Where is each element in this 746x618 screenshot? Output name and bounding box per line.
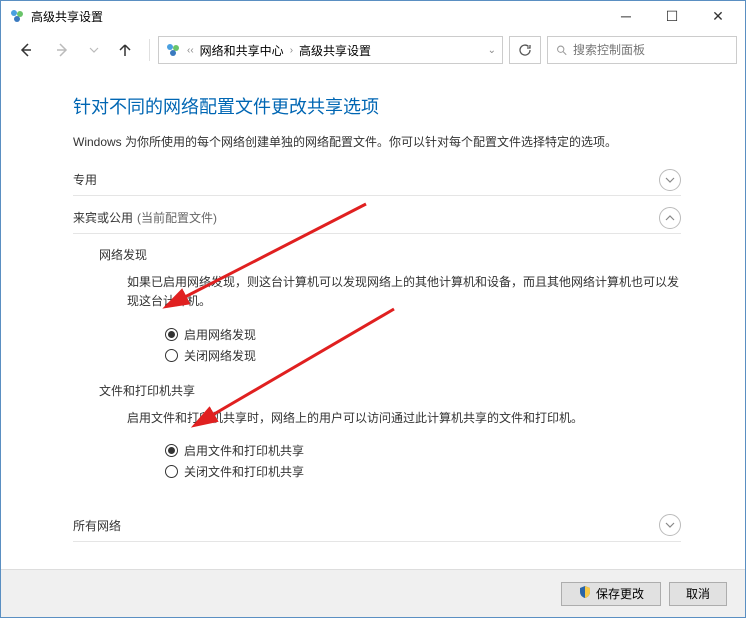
network-icon [165, 42, 181, 58]
section-guest: 来宾或公用 (当前配置文件) 网络发现 如果已启用网络发现，则这台计算机可以发现… [73, 206, 681, 504]
chevron-down-icon[interactable] [659, 169, 681, 191]
save-label: 保存更改 [596, 585, 644, 602]
section-header-private[interactable]: 专用 [73, 168, 681, 196]
subsection-file-share: 文件和打印机共享 启用文件和打印机共享时，网络上的用户可以访问通过此计算机共享的… [99, 382, 681, 482]
cancel-button[interactable]: 取消 [669, 582, 727, 606]
subsection-desc: 如果已启用网络发现，则这台计算机可以发现网络上的其他计算机和设备，而且其他网络计… [99, 273, 681, 311]
subsection-desc: 启用文件和打印机共享时，网络上的用户可以访问通过此计算机共享的文件和打印机。 [99, 409, 681, 428]
section-label: 来宾或公用 [73, 209, 133, 226]
chevron-up-icon[interactable] [659, 207, 681, 229]
radio-netdisc-off[interactable]: 关闭网络发现 [165, 345, 681, 366]
page-subtitle: Windows 为你所使用的每个网络创建单独的网络配置文件。你可以针对每个配置文… [73, 133, 681, 152]
search-input[interactable] [573, 43, 728, 57]
radio-button-icon [165, 465, 178, 478]
radio-button-icon [165, 328, 178, 341]
page-title: 针对不同的网络配置文件更改共享选项 [73, 93, 681, 119]
search-icon [556, 43, 567, 57]
separator [149, 39, 150, 61]
breadcrumb-item[interactable]: 网络和共享中心 [200, 42, 284, 59]
search-box[interactable] [547, 36, 737, 64]
up-button[interactable] [109, 36, 141, 64]
radio-label: 关闭网络发现 [184, 347, 256, 364]
app-icon [9, 8, 25, 24]
radio-button-icon [165, 349, 178, 362]
section-private: 专用 [73, 168, 681, 196]
recent-dropdown[interactable] [85, 36, 103, 64]
radio-label: 关闭文件和打印机共享 [184, 463, 304, 480]
radio-netdisc-on[interactable]: 启用网络发现 [165, 324, 681, 345]
chevron-down-icon[interactable] [659, 514, 681, 536]
minimize-button[interactable]: ─ [603, 1, 649, 31]
shield-icon [578, 585, 592, 602]
subsection-network-discovery: 网络发现 如果已启用网络发现，则这台计算机可以发现网络上的其他计算机和设备，而且… [99, 246, 681, 365]
radio-label: 启用文件和打印机共享 [184, 442, 304, 459]
breadcrumb-item[interactable]: 高级共享设置 [299, 42, 371, 59]
radio-fileshare-off[interactable]: 关闭文件和打印机共享 [165, 461, 681, 482]
section-allnet: 所有网络 [73, 514, 681, 542]
chevron-left-icon: ‹‹ [187, 45, 194, 56]
save-button[interactable]: 保存更改 [561, 582, 661, 606]
section-label: 专用 [73, 171, 97, 188]
section-hint: (当前配置文件) [137, 209, 217, 226]
section-header-allnet[interactable]: 所有网络 [73, 514, 681, 542]
section-header-guest[interactable]: 来宾或公用 (当前配置文件) [73, 206, 681, 234]
titlebar: 高级共享设置 ─ ☐ ✕ [1, 1, 745, 31]
radio-fileshare-on[interactable]: 启用文件和打印机共享 [165, 440, 681, 461]
subsection-title: 文件和打印机共享 [99, 382, 681, 399]
cancel-label: 取消 [686, 585, 710, 602]
maximize-button[interactable]: ☐ [649, 1, 695, 31]
content: 针对不同的网络配置文件更改共享选项 Windows 为你所使用的每个网络创建单独… [1, 69, 745, 562]
close-button[interactable]: ✕ [695, 1, 741, 31]
subsection-title: 网络发现 [99, 246, 681, 263]
window-title: 高级共享设置 [31, 8, 603, 25]
refresh-button[interactable] [509, 36, 541, 64]
chevron-right-icon: › [290, 45, 293, 56]
chevron-down-icon[interactable]: ⌄ [488, 45, 496, 56]
breadcrumb[interactable]: ‹‹ 网络和共享中心 › 高级共享设置 ⌄ [158, 36, 503, 64]
footer: 保存更改 取消 [1, 569, 745, 617]
back-button[interactable] [9, 36, 41, 64]
radio-label: 启用网络发现 [184, 326, 256, 343]
navbar: ‹‹ 网络和共享中心 › 高级共享设置 ⌄ [1, 31, 745, 69]
section-label: 所有网络 [73, 517, 121, 534]
radio-button-icon [165, 444, 178, 457]
forward-button[interactable] [47, 36, 79, 64]
